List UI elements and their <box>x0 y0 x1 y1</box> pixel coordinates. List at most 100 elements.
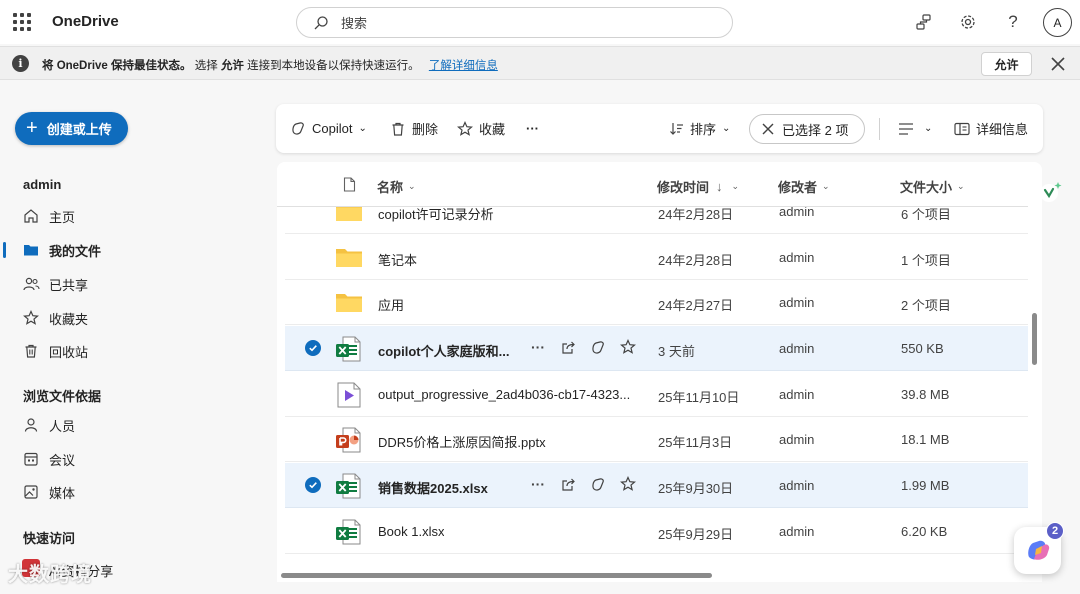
notification-badge: 2 <box>1046 522 1064 540</box>
settings-gear-icon[interactable] <box>958 12 978 32</box>
details-pane-icon <box>954 122 970 136</box>
file-name[interactable]: DDR5价格上涨原因简报.pptx <box>378 432 546 451</box>
file-name[interactable]: 笔记本 <box>378 250 417 269</box>
column-name[interactable]: 名称 ⌄ <box>377 177 416 196</box>
people-icon <box>22 275 40 293</box>
calendar-icon <box>22 450 40 468</box>
info-icon: i <box>12 55 29 72</box>
video-file-icon <box>335 382 363 408</box>
file-size: 550 KB <box>901 341 944 356</box>
sidebar-item-people[interactable]: 人员 <box>22 411 252 439</box>
trash-icon <box>22 342 40 360</box>
column-name-label: 名称 <box>377 180 404 195</box>
checkmark-icon[interactable] <box>305 477 321 493</box>
app-title[interactable]: OneDrive <box>52 13 119 30</box>
modified-date: 25年11月10日 <box>658 390 740 405</box>
search-icon <box>314 16 328 30</box>
sidebar-item-my-files[interactable]: 我的文件 <box>22 236 252 264</box>
share-icon[interactable] <box>559 338 577 356</box>
sidebar-item-media[interactable]: 媒体 <box>22 478 252 506</box>
favorite-button[interactable]: 收藏 <box>457 104 505 153</box>
help-question-icon[interactable]: ? <box>1003 12 1023 32</box>
table-row[interactable]: 笔记本 24年2月28日 admin 1 个项目 <box>285 235 1028 280</box>
column-header: 名称 ⌄ 修改时间 ↓ ⌄ 修改者 ⌄ 文件大小 ⌄ <box>277 162 1028 207</box>
table-row[interactable]: DDR5价格上涨原因简报.pptx 25年11月3日 admin 18.1 MB <box>285 417 1028 462</box>
row-actions: ··· <box>529 338 637 356</box>
modified-date: 25年11月3日 <box>658 435 733 450</box>
column-modified-by[interactable]: 修改者 ⌄ <box>778 177 830 196</box>
excel-file-icon <box>335 473 363 499</box>
copilot-icon[interactable] <box>589 338 607 356</box>
checkmark-icon[interactable] <box>305 340 321 356</box>
sidebar-item-favorites[interactable]: 收藏夹 <box>22 304 252 332</box>
column-modified[interactable]: 修改时间 ↓ ⌄ <box>657 177 739 196</box>
avatar[interactable]: A <box>1043 8 1072 37</box>
table-row[interactable]: copilot个人家庭版和... ··· 3 天前 admin 550 KB <box>285 326 1028 371</box>
table-row[interactable]: Book 1.xlsx 25年9月29日 admin 6.20 KB <box>285 509 1028 554</box>
banner-allow-bold: 允许 <box>220 60 244 72</box>
column-size[interactable]: 文件大小 ⌄ <box>900 177 965 196</box>
table-row[interactable]: output_progressive_2ad4b036-cb17-4323...… <box>285 372 1028 417</box>
create-upload-button[interactable]: + 创建或上传 <box>15 112 128 145</box>
file-name[interactable]: copilot个人家庭版和... <box>378 341 509 360</box>
sidebar-item-meetings[interactable]: 会议 <box>22 445 252 473</box>
file-name[interactable]: 应用 <box>378 295 404 314</box>
more-options-icon[interactable]: ··· <box>529 338 547 356</box>
file-name[interactable]: 销售数据2025.xlsx <box>378 478 488 497</box>
table-row[interactable]: 应用 24年2月27日 admin 2 个项目 <box>285 280 1028 325</box>
banner-text2: 连接到本地设备以保持快速运行。 <box>247 60 420 72</box>
more-options-icon[interactable]: ··· <box>529 475 547 493</box>
horizontal-scrollbar[interactable] <box>281 573 712 578</box>
file-type-column-icon[interactable] <box>343 177 356 192</box>
assistant-extension-icon[interactable] <box>1037 179 1063 205</box>
file-size: 18.1 MB <box>901 432 950 447</box>
more-options-button[interactable]: ··· <box>526 104 539 153</box>
share-icon[interactable] <box>559 475 577 493</box>
close-icon[interactable] <box>762 123 774 135</box>
banner-prefix: 将 OneDrive 保持最佳状态。 <box>42 60 192 72</box>
star-icon[interactable] <box>619 475 637 493</box>
sidebar-item-shared[interactable]: 已共享 <box>22 270 252 298</box>
copilot-icon[interactable] <box>589 475 607 493</box>
active-indicator <box>3 242 6 258</box>
modified-by: admin <box>779 478 815 493</box>
chevron-down-icon: ⌄ <box>722 123 731 134</box>
sidebar-item-label: 媒体 <box>49 485 76 501</box>
image-icon <box>22 483 40 501</box>
column-size-label: 文件大小 <box>900 180 953 195</box>
info-banner: i 将 OneDrive 保持最佳状态。 选择 允许 连接到本地设备以保持快速运… <box>0 46 1080 80</box>
folder-file-icon <box>335 245 363 271</box>
modified-date: 25年9月29日 <box>658 527 734 542</box>
sidebar-item-recycle-bin[interactable]: 回收站 <box>22 337 252 365</box>
plus-icon: + <box>26 116 38 139</box>
folder-icon <box>22 241 40 259</box>
file-name[interactable]: Book 1.xlsx <box>378 524 444 539</box>
folder-file-icon <box>335 290 363 316</box>
banner-text1: 选择 <box>194 60 218 72</box>
modified-date: 25年9月30日 <box>658 481 734 496</box>
modified-by: admin <box>779 524 815 539</box>
sort-icon <box>669 121 684 136</box>
star-icon[interactable] <box>619 338 637 356</box>
network-icon[interactable] <box>914 12 934 32</box>
close-icon[interactable] <box>1049 55 1067 73</box>
delete-label: 删除 <box>412 122 439 137</box>
selected-count-pill[interactable]: 已选择 2 项 <box>749 114 865 144</box>
file-name[interactable]: output_progressive_2ad4b036-cb17-4323... <box>378 387 630 402</box>
view-options-button[interactable]: ⌄ <box>898 104 932 153</box>
allow-button[interactable]: 允许 <box>981 52 1032 76</box>
learn-more-link[interactable]: 了解详细信息 <box>429 60 498 72</box>
sidebar-item-label: 回收站 <box>49 344 89 360</box>
app-launcher-icon[interactable] <box>13 13 31 31</box>
vertical-scrollbar[interactable] <box>1032 313 1037 365</box>
sidebar-item-home[interactable]: 主页 <box>22 202 252 230</box>
search-box[interactable] <box>296 7 733 38</box>
command-bar: Copilot ⌄ 删除 收藏 ··· 排序 ⌄ 已选择 2 项 ⌄ 详细信息 <box>276 104 1043 153</box>
search-input[interactable] <box>341 14 711 32</box>
delete-button[interactable]: 删除 <box>390 104 438 153</box>
modified-date: 24年2月28日 <box>658 253 734 268</box>
copilot-button[interactable]: Copilot ⌄ <box>291 104 367 153</box>
details-button[interactable]: 详细信息 <box>954 104 1028 153</box>
sort-button[interactable]: 排序 ⌄ <box>669 104 730 153</box>
table-row[interactable]: 销售数据2025.xlsx ··· 25年9月30日 admin 1.99 MB <box>285 463 1028 508</box>
